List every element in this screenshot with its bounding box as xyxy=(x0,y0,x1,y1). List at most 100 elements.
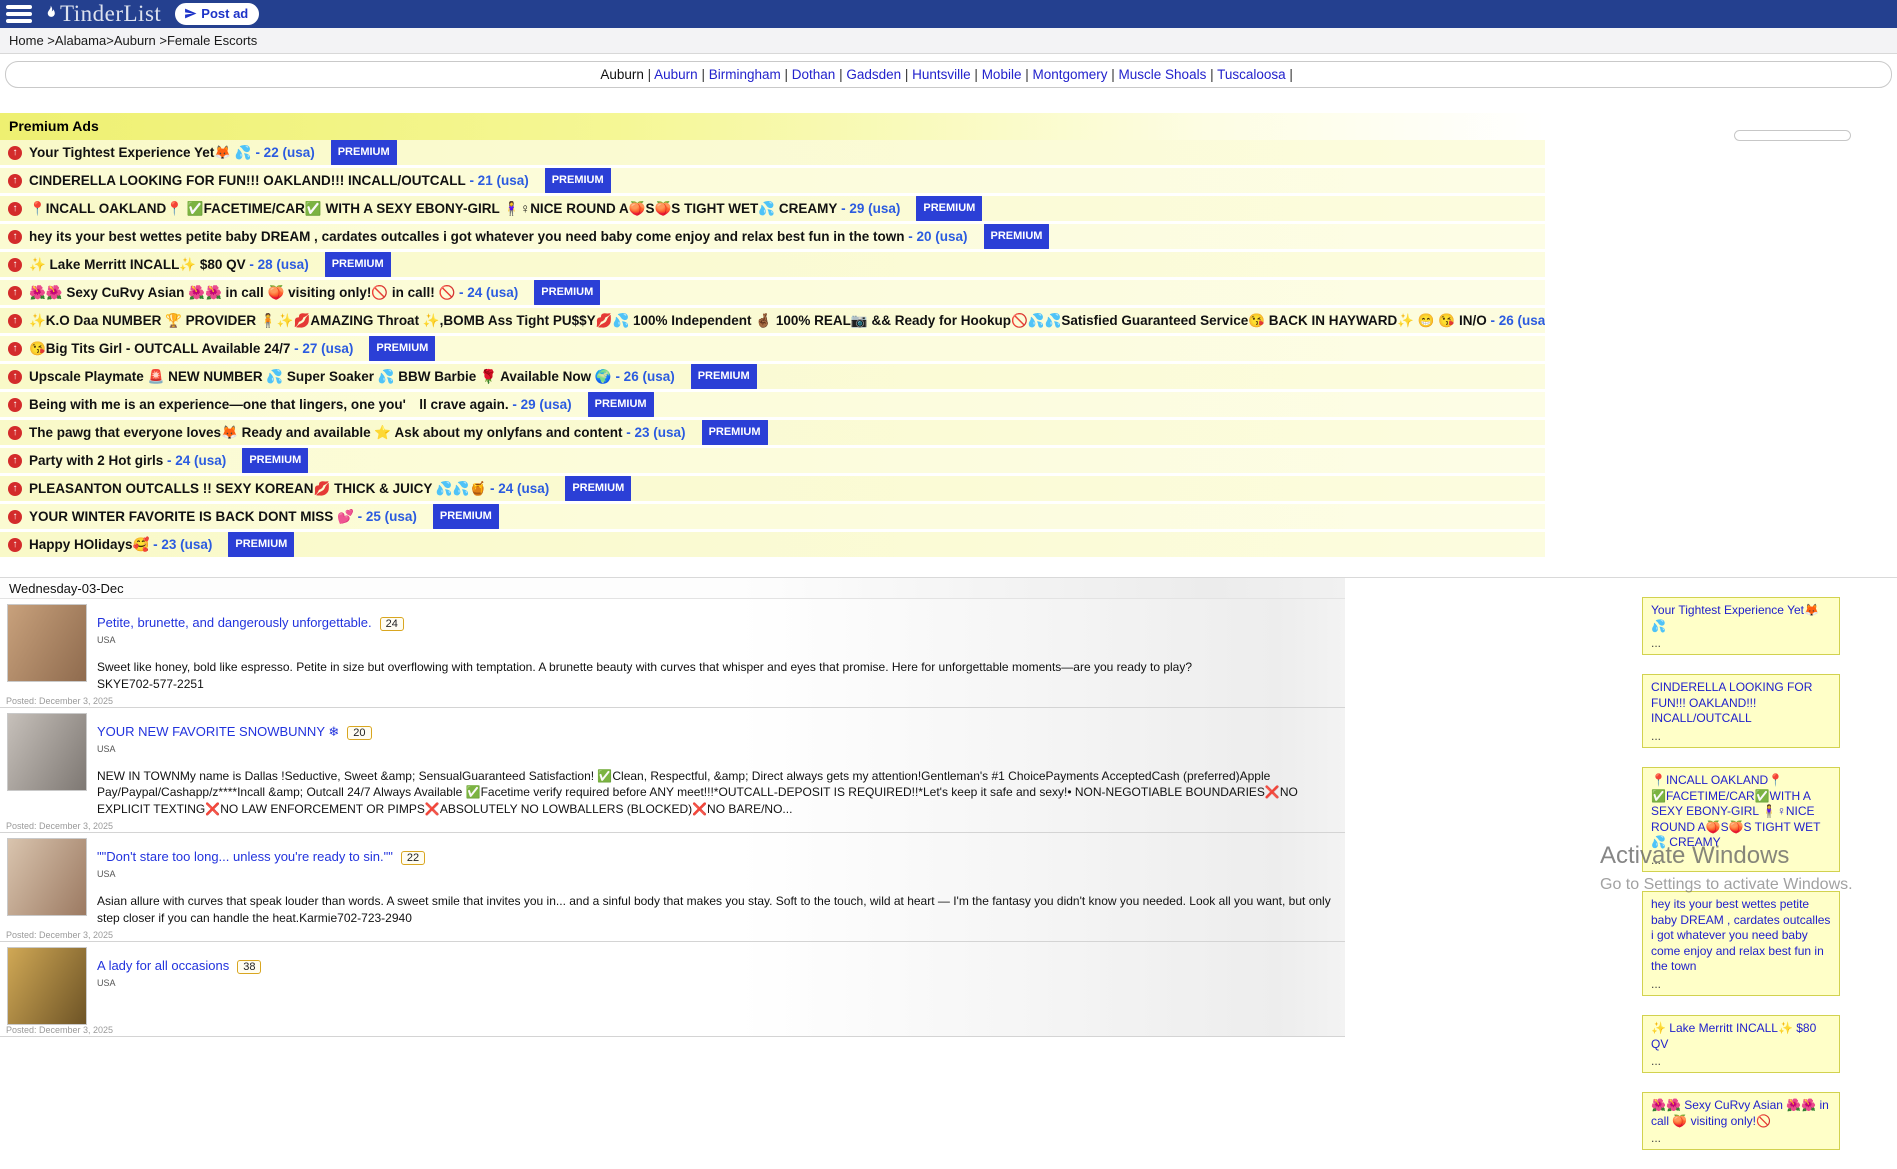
sidebar-ad-link[interactable]: CINDERELLA LOOKING FOR FUN!!! OAKLAND!!!… xyxy=(1651,680,1831,727)
post-ad-label: Post ad xyxy=(201,6,248,21)
listing-row[interactable]: YOUR NEW FAVORITE SNOWBUNNY ❄20USANEW IN… xyxy=(0,708,1345,833)
premium-ad-link[interactable]: 📍INCALL OAKLAND📍 ✅FACETIME/CAR✅ WITH A S… xyxy=(29,196,837,221)
premium-ad-row[interactable]: ↑🌺🌺 Sexy CuRvy Asian 🌺🌺 in call 🍑 visiti… xyxy=(0,280,1545,305)
city-link[interactable]: Tuscaloosa xyxy=(1217,67,1286,82)
city-link[interactable]: Auburn xyxy=(654,67,698,82)
sidebar-ad-box[interactable]: ✨ Lake Merritt INCALL✨ $80 QV... xyxy=(1642,1015,1840,1073)
premium-ad-link[interactable]: Upscale Playmate 🚨 NEW NUMBER 💦 Super So… xyxy=(29,364,612,389)
menu-icon[interactable] xyxy=(6,5,32,23)
premium-badge[interactable]: PREMIUM xyxy=(331,140,397,165)
sidebar-ad-box[interactable]: 📍INCALL OAKLAND📍 ✅FACETIME/CAR✅WITH A SE… xyxy=(1642,767,1840,872)
premium-ad-row[interactable]: ↑The pawg that everyone loves🦊 Ready and… xyxy=(0,420,1545,445)
site-logo[interactable]: TinderList xyxy=(42,0,161,28)
city-link[interactable]: Muscle Shoals xyxy=(1119,67,1207,82)
premium-badge[interactable]: PREMIUM xyxy=(691,364,757,389)
listing-title-link[interactable]: ""Don't stare too long... unless you're … xyxy=(97,849,393,864)
listing-title-row: A lady for all occasions38 xyxy=(97,957,1345,975)
listing-thumbnail[interactable] xyxy=(7,838,87,916)
premium-badge[interactable]: PREMIUM xyxy=(984,224,1050,249)
premium-ad-row[interactable]: ↑📍INCALL OAKLAND📍 ✅FACETIME/CAR✅ WITH A … xyxy=(0,196,1545,221)
listing-location: USA xyxy=(97,869,1345,879)
premium-ad-age: - 29 (usa) xyxy=(837,196,900,221)
city-link[interactable]: Birmingham xyxy=(709,67,781,82)
sidebar-ad-box[interactable]: 🌺🌺 Sexy CuRvy Asian 🌺🌺 in call 🍑 visitin… xyxy=(1642,1092,1840,1150)
premium-badge[interactable]: PREMIUM xyxy=(588,392,654,417)
premium-badge[interactable]: PREMIUM xyxy=(369,336,435,361)
premium-ad-link[interactable]: PLEASANTON OUTCALLS !! SEXY KOREAN💋 THIC… xyxy=(29,476,486,501)
premium-ad-row[interactable]: ↑Happy HOlidays🥰 - 23 (usa)PREMIUM xyxy=(0,532,1545,557)
premium-badge[interactable]: PREMIUM xyxy=(228,532,294,557)
premium-ad-row[interactable]: ↑ CINDERELLA LOOKING FOR FUN!!! OAKLAND!!… xyxy=(0,168,1545,193)
city-separator: | xyxy=(644,67,654,82)
city-link[interactable]: Huntsville xyxy=(912,67,971,82)
premium-ad-row[interactable]: ↑ PLEASANTON OUTCALLS !! SEXY KOREAN💋 THI… xyxy=(0,476,1545,501)
premium-ad-link[interactable]: hey its your best wettes petite baby DRE… xyxy=(29,224,904,249)
listing-title-link[interactable]: YOUR NEW FAVORITE SNOWBUNNY ❄ xyxy=(97,724,339,739)
premium-ad-link[interactable]: 🌺🌺 Sexy CuRvy Asian 🌺🌺 in call 🍑 visitin… xyxy=(29,280,455,305)
premium-section: Premium Ads ↑Your Tightest Experience Ye… xyxy=(0,113,1545,557)
premium-ad-link[interactable]: Being with me is an experience—one that … xyxy=(29,392,509,417)
premium-ad-row[interactable]: ↑Your Tightest Experience Yet🦊 💦 - 22 (u… xyxy=(0,140,1545,165)
sidebar-premium-column: Your Tightest Experience Yet🦊 💦... CINDER… xyxy=(1642,597,1840,1169)
listing-row[interactable]: A lady for all occasions38USAPosted: Dec… xyxy=(0,942,1345,1037)
listing-title-link[interactable]: A lady for all occasions xyxy=(97,958,229,973)
sidebar-ad-box[interactable]: Your Tightest Experience Yet🦊 💦... xyxy=(1642,597,1840,655)
premium-ad-row[interactable]: ↑ 😘Big Tits Girl - OUTCALL Available 24/7… xyxy=(0,336,1545,361)
post-ad-button[interactable]: Post ad xyxy=(175,3,259,25)
premium-ad-row[interactable]: ↑YOUR WINTER FAVORITE IS BACK DONT MISS … xyxy=(0,504,1545,529)
premium-badge[interactable]: PREMIUM xyxy=(545,168,611,193)
listing-row[interactable]: ""Don't stare too long... unless you're … xyxy=(0,833,1345,942)
premium-ad-link[interactable]: 😘Big Tits Girl - OUTCALL Available 24/7 xyxy=(29,336,290,361)
sidebar-ad-box[interactable]: hey its your best wettes petite baby DRE… xyxy=(1642,891,1840,996)
premium-ad-row[interactable]: ↑Upscale Playmate 🚨 NEW NUMBER 💦 Super S… xyxy=(0,364,1545,389)
up-arrow-icon: ↑ xyxy=(8,482,22,496)
sidebar-ad-link[interactable]: Your Tightest Experience Yet🦊 💦 xyxy=(1651,603,1831,634)
premium-badge[interactable]: PREMIUM xyxy=(916,196,982,221)
listing-posted-date: Posted: December 3, 2025 xyxy=(6,930,113,940)
premium-ad-link[interactable]: Your Tightest Experience Yet🦊 💦 xyxy=(29,140,252,165)
premium-ad-row[interactable]: ↑Party with 2 Hot girls - 24 (usa)PREMIU… xyxy=(0,448,1545,473)
listing-thumbnail[interactable] xyxy=(7,713,87,791)
listing-thumbnail[interactable] xyxy=(7,604,87,682)
city-link[interactable]: Dothan xyxy=(792,67,836,82)
premium-ad-link[interactable]: CINDERELLA LOOKING FOR FUN!!! OAKLAND!!!… xyxy=(29,168,466,193)
breadcrumb-link[interactable]: Home xyxy=(9,33,44,48)
premium-ad-row[interactable]: ↑✨ Lake Merritt INCALL✨ $80 QV - 28 (usa… xyxy=(0,252,1545,277)
up-arrow-icon: ↑ xyxy=(8,342,22,356)
premium-ad-row[interactable]: ↑hey its your best wettes petite baby DR… xyxy=(0,224,1545,249)
listing-location: USA xyxy=(97,744,1345,754)
up-arrow-icon: ↑ xyxy=(8,174,22,188)
listing-row[interactable]: Petite, brunette, and dangerously unforg… xyxy=(0,599,1345,708)
premium-ad-link[interactable]: YOUR WINTER FAVORITE IS BACK DONT MISS 💕 xyxy=(29,504,354,529)
breadcrumb-link[interactable]: Female Escorts xyxy=(167,33,257,48)
up-arrow-icon: ↑ xyxy=(8,258,22,272)
sidebar-ad-box[interactable]: CINDERELLA LOOKING FOR FUN!!! OAKLAND!!!… xyxy=(1642,674,1840,748)
breadcrumb-link[interactable]: Auburn xyxy=(114,33,156,48)
premium-badge[interactable]: PREMIUM xyxy=(433,504,499,529)
up-arrow-icon: ↑ xyxy=(8,538,22,552)
premium-badge[interactable]: PREMIUM xyxy=(242,448,308,473)
premium-ad-row[interactable]: ↑✨K.O Daa NUMBER 🏆 PROVIDER 🧍✨💋AMAZING T… xyxy=(0,308,1545,333)
city-link[interactable]: Montgomery xyxy=(1032,67,1107,82)
breadcrumb-link[interactable]: Alabama xyxy=(55,33,106,48)
sidebar-ad-link[interactable]: 📍INCALL OAKLAND📍 ✅FACETIME/CAR✅WITH A SE… xyxy=(1651,773,1831,851)
premium-badge[interactable]: PREMIUM xyxy=(534,280,600,305)
premium-ad-link[interactable]: The pawg that everyone loves🦊 Ready and … xyxy=(29,420,623,445)
listing-thumbnail[interactable] xyxy=(7,947,87,1025)
sidebar-ad-link[interactable]: hey its your best wettes petite baby DRE… xyxy=(1651,897,1831,975)
city-separator: | xyxy=(971,67,982,82)
city-link[interactable]: Gadsden xyxy=(846,67,901,82)
premium-ad-link[interactable]: Happy HOlidays🥰 xyxy=(29,532,149,557)
premium-ad-row[interactable]: ↑Being with me is an experience—one that… xyxy=(0,392,1545,417)
listing-title-link[interactable]: Petite, brunette, and dangerously unforg… xyxy=(97,615,372,630)
sidebar-ad-link[interactable]: ✨ Lake Merritt INCALL✨ $80 QV xyxy=(1651,1021,1831,1052)
premium-badge[interactable]: PREMIUM xyxy=(325,252,391,277)
sidebar-ellipsis: ... xyxy=(1651,729,1831,743)
premium-badge[interactable]: PREMIUM xyxy=(565,476,631,501)
city-link[interactable]: Mobile xyxy=(982,67,1022,82)
premium-ad-link[interactable]: ✨K.O Daa NUMBER 🏆 PROVIDER 🧍✨💋AMAZING Th… xyxy=(29,308,1487,333)
premium-ad-link[interactable]: ✨ Lake Merritt INCALL✨ $80 QV xyxy=(29,252,246,277)
premium-ad-link[interactable]: Party with 2 Hot girls xyxy=(29,448,163,473)
sidebar-ad-link[interactable]: 🌺🌺 Sexy CuRvy Asian 🌺🌺 in call 🍑 visitin… xyxy=(1651,1098,1831,1129)
premium-badge[interactable]: PREMIUM xyxy=(702,420,768,445)
